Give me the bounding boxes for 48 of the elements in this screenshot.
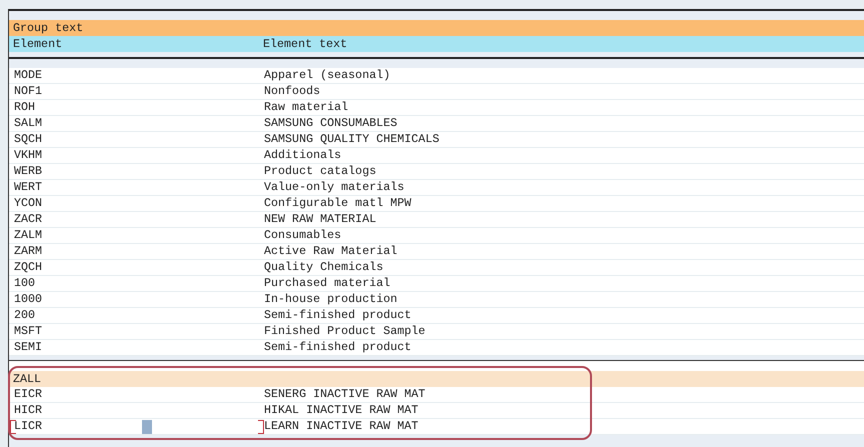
group-name: ZALL [12, 372, 42, 386]
element-code: ZACR [14, 212, 42, 227]
element-text: Raw material [264, 100, 348, 115]
column-header: Element [12, 36, 64, 52]
element-text: SAMSUNG QUALITY CHEMICALS [264, 132, 440, 147]
element-code: ZQCH [14, 260, 42, 275]
element-text: Quality Chemicals [264, 260, 384, 275]
element-text: SAMSUNG CONSUMABLES [264, 116, 398, 131]
element-code: WERT [14, 180, 42, 195]
element-code: SEMI [14, 340, 42, 355]
element-text: Active Raw Material [264, 244, 398, 259]
element-text: Product catalogs [264, 164, 376, 179]
element-text: LEARN INACTIVE RAW MAT [264, 419, 418, 434]
element-text: Semi-finished product [264, 308, 412, 323]
element-text: Semi-finished product [264, 340, 412, 355]
element-code: ROH [14, 100, 36, 115]
element-code: MSFT [14, 324, 42, 339]
element-text: In-house production [264, 292, 398, 307]
element-text: Apparel (seasonal) [264, 68, 390, 83]
element-text: NEW RAW MATERIAL [264, 212, 376, 227]
element-code: SQCH [14, 132, 42, 147]
element-code: ZALM [14, 228, 42, 243]
element-code: 200 [14, 308, 36, 323]
element-code: EICR [14, 387, 42, 402]
element-code: HICR [14, 403, 42, 418]
element-text: Consumables [264, 228, 342, 243]
text-cursor [142, 420, 152, 434]
element-text: Finished Product Sample [264, 324, 426, 339]
column-header: Element text [263, 36, 348, 52]
element-code: MODE [14, 68, 42, 83]
element-text: Value-only materials [264, 180, 404, 195]
element-code: 100 [14, 276, 36, 291]
element-code: WERB [14, 164, 42, 179]
element-code: VKHM [14, 148, 42, 163]
element-code: NOF1 [14, 84, 42, 99]
focus-frame[interactable]: LICR [9, 419, 264, 434]
element-text: Nonfoods [264, 84, 320, 99]
element-text: SENERG INACTIVE RAW MAT [264, 387, 426, 402]
element-text: HIKAL INACTIVE RAW MAT [264, 403, 418, 418]
element-text: Configurable matl MPW [264, 196, 412, 211]
element-code: ZARM [14, 244, 42, 259]
group-header: Group text [12, 20, 84, 36]
element-code: LICR [14, 419, 42, 434]
element-code: SALM [14, 116, 42, 131]
element-text: Purchased material [264, 276, 390, 291]
element-code: 1000 [14, 292, 42, 307]
element-code: YCON [14, 196, 42, 211]
element-text: Additionals [264, 148, 342, 163]
